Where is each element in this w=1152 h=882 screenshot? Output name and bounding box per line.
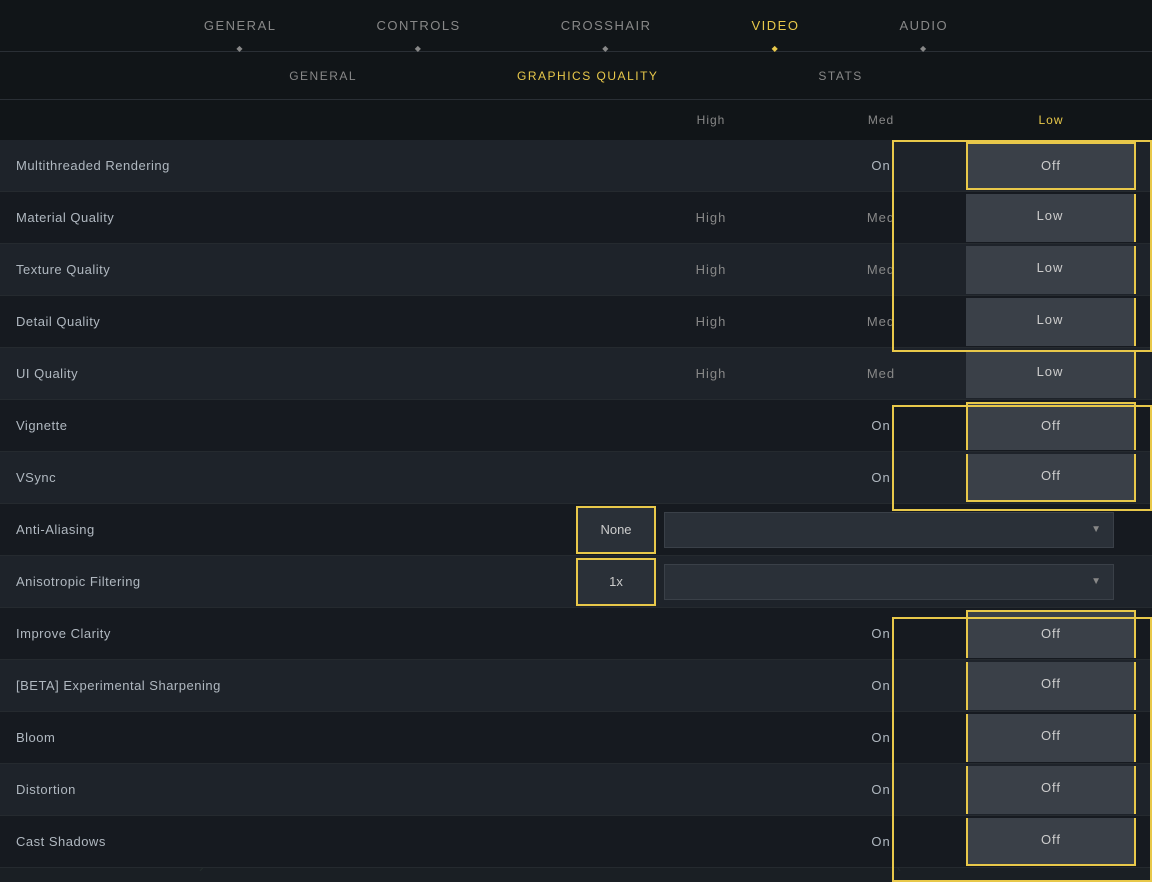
value-on[interactable]: On	[796, 158, 966, 173]
app-container: GENERAL CONTROLS CROSSHAIR VIDEO AUDIO G…	[0, 0, 1152, 871]
value-low-texture[interactable]: Low	[966, 246, 1136, 294]
dropdown-arrow-anisotropic: ▼	[1091, 576, 1101, 587]
header-med: Med	[796, 113, 966, 127]
value-low-ui[interactable]: Low	[966, 350, 1136, 398]
row-experimental-sharpening: [BETA] Experimental Sharpening On Off	[0, 660, 1152, 712]
row-anti-aliasing: Anti-Aliasing None ▼	[0, 504, 1152, 556]
row-bloom: Bloom On Off	[0, 712, 1152, 764]
value-on-vignette[interactable]: On	[796, 418, 966, 433]
value-off-improve-clarity[interactable]: Off	[966, 610, 1136, 658]
setting-name-experimental-sharpening: [BETA] Experimental Sharpening	[16, 678, 576, 693]
value-off-vsync[interactable]: Off	[966, 454, 1136, 502]
value-on-cast-shadows[interactable]: On	[796, 834, 966, 849]
value-on-improve-clarity[interactable]: On	[796, 626, 966, 641]
value-off-cast-shadows[interactable]: Off	[966, 818, 1136, 866]
nav-general[interactable]: GENERAL	[194, 18, 287, 33]
value-off-vignette[interactable]: Off	[966, 402, 1136, 450]
value-high-detail[interactable]: High	[626, 314, 796, 329]
header-high: High	[626, 113, 796, 127]
row-ui-quality: UI Quality High Med Low	[0, 348, 1152, 400]
row-distortion: Distortion On Off	[0, 764, 1152, 816]
nav-audio[interactable]: AUDIO	[889, 18, 958, 33]
row-anisotropic-filtering: Anisotropic Filtering 1x ▼	[0, 556, 1152, 608]
nav-crosshair[interactable]: CROSSHAIR	[551, 18, 662, 33]
value-high-material[interactable]: High	[626, 210, 796, 225]
value-off-distortion[interactable]: Off	[966, 766, 1136, 814]
value-med-texture[interactable]: Med	[796, 262, 966, 277]
value-on-vsync[interactable]: On	[796, 470, 966, 485]
value-off-bloom[interactable]: Off	[966, 714, 1136, 762]
row-material-quality: Material Quality High Med Low	[0, 192, 1152, 244]
value-med-detail[interactable]: Med	[796, 314, 966, 329]
setting-name-ui-quality: UI Quality	[16, 366, 576, 381]
setting-name-vignette: Vignette	[16, 418, 576, 433]
row-texture-quality: Texture Quality High Med Low	[0, 244, 1152, 296]
dropdown-anisotropic[interactable]: ▼	[664, 564, 1114, 600]
subnav-stats[interactable]: STATS	[818, 69, 862, 83]
value-high-ui[interactable]: High	[626, 366, 796, 381]
dropdown-anti-aliasing-current[interactable]: None	[576, 506, 656, 554]
value-low-detail[interactable]: Low	[966, 298, 1136, 346]
setting-name-anti-aliasing: Anti-Aliasing	[16, 522, 576, 537]
setting-name-detail: Detail Quality	[16, 314, 576, 329]
value-off-multithreaded[interactable]: Off	[966, 142, 1136, 190]
row-multithreaded-rendering: Multithreaded Rendering On Off	[0, 140, 1152, 192]
value-on-experimental[interactable]: On	[796, 678, 966, 693]
value-high-texture[interactable]: High	[626, 262, 796, 277]
setting-name-vsync: VSync	[16, 470, 576, 485]
setting-name-anisotropic: Anisotropic Filtering	[16, 574, 576, 589]
value-med-ui[interactable]: Med	[796, 366, 966, 381]
nav-controls[interactable]: CONTROLS	[366, 18, 470, 33]
sub-navigation: GENERAL GRAPHICS QUALITY STATS	[0, 52, 1152, 100]
quality-header-row: High Med Low	[0, 100, 1152, 140]
setting-name-texture: Texture Quality	[16, 262, 576, 277]
dropdown-anti-aliasing[interactable]: ▼	[664, 512, 1114, 548]
subnav-general[interactable]: GENERAL	[289, 69, 357, 83]
setting-name-bloom: Bloom	[16, 730, 576, 745]
setting-name-distortion: Distortion	[16, 782, 576, 797]
settings-table: High Med Low Multithreaded Rendering On …	[0, 100, 1152, 871]
value-on-bloom[interactable]: On	[796, 730, 966, 745]
value-med-material[interactable]: Med	[796, 210, 966, 225]
row-improve-clarity: Improve Clarity On Off	[0, 608, 1152, 660]
top-navigation: GENERAL CONTROLS CROSSHAIR VIDEO AUDIO	[0, 0, 1152, 52]
row-cast-shadows: Cast Shadows On Off	[0, 816, 1152, 868]
subnav-graphics-quality[interactable]: GRAPHICS QUALITY	[517, 69, 658, 83]
setting-name-material: Material Quality	[16, 210, 576, 225]
dropdown-anisotropic-current[interactable]: 1x	[576, 558, 656, 606]
setting-name-cast-shadows: Cast Shadows	[16, 834, 576, 849]
row-vignette: Vignette On Off	[0, 400, 1152, 452]
value-on-distortion[interactable]: On	[796, 782, 966, 797]
dropdown-arrow-anti-aliasing: ▼	[1091, 524, 1101, 535]
value-off-experimental[interactable]: Off	[966, 662, 1136, 710]
row-detail-quality: Detail Quality High Med Low	[0, 296, 1152, 348]
setting-name-improve-clarity: Improve Clarity	[16, 626, 576, 641]
setting-name-multithreaded: Multithreaded Rendering	[16, 158, 576, 173]
header-low: Low	[966, 113, 1136, 127]
nav-video[interactable]: VIDEO	[742, 18, 810, 33]
content-area: High Med Low Multithreaded Rendering On …	[0, 100, 1152, 871]
value-low-material[interactable]: Low	[966, 194, 1136, 242]
row-vsync: VSync On Off	[0, 452, 1152, 504]
